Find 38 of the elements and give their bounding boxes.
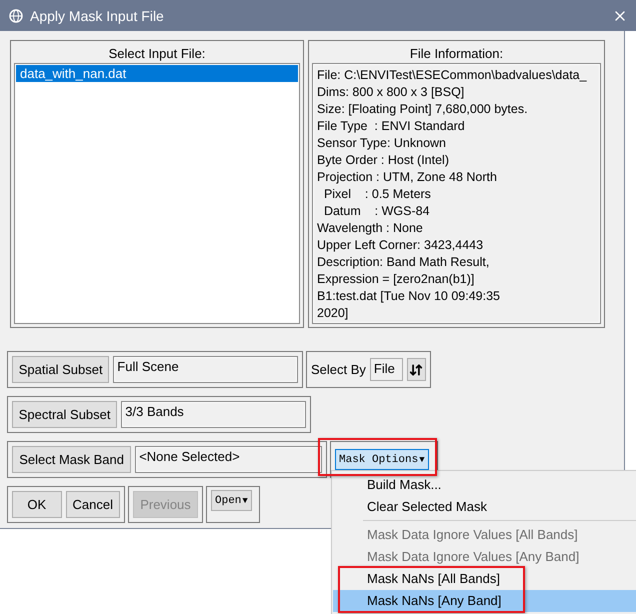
sort-icon: [409, 362, 424, 376]
info-line: Description: Band Math Result,: [317, 254, 490, 271]
spatial-subset-button[interactable]: Spatial Subset: [12, 356, 110, 383]
select-by-field[interactable]: File: [370, 358, 403, 381]
mask-options-button[interactable]: Mask Options▼: [335, 449, 429, 470]
info-line: Datum : WGS-84: [322, 203, 431, 220]
select-by-label: Select By: [311, 362, 366, 377]
info-line: Size: [Floating Point] 7,680,000 bytes.: [317, 101, 529, 118]
info-line: Sensor Type: Unknown: [317, 135, 448, 152]
cancel-button[interactable]: Cancel: [66, 491, 120, 518]
window-title: Apply Mask Input File: [30, 8, 165, 24]
open-button[interactable]: Open▼: [211, 490, 252, 511]
spatial-subset-field: Full Scene: [113, 356, 298, 383]
spectral-subset-field: 3/3 Bands: [121, 401, 306, 428]
menu-item[interactable]: Clear Selected Mask: [333, 496, 636, 518]
info-line: B1:test.dat [Tue Nov 10 09:49:35: [317, 288, 501, 305]
panel-title: Select Input File:: [108, 45, 206, 63]
info-line: File: C:\ENVITest\ESECommon\badvalues\data_: [317, 67, 588, 84]
sort-button[interactable]: [406, 358, 426, 381]
info-line: Upper Left Corner: 3423,4443: [317, 237, 484, 254]
info-line: Byte Order : Host (Intel): [317, 152, 450, 169]
info-line: Expression = [zero2nan(b1)]: [317, 271, 476, 288]
info-line: Pixel : 0.5 Meters: [322, 186, 432, 203]
menu-item[interactable]: Build Mask...: [333, 474, 636, 496]
info-line: File Type : ENVI Standard: [317, 118, 466, 135]
menu-item[interactable]: Mask NaNs [All Bands]: [333, 568, 636, 590]
globe-icon: [8, 8, 24, 24]
info-line: Wavelength : None: [317, 220, 424, 237]
mask-band-field: <None Selected>: [135, 446, 322, 473]
ok-button[interactable]: OK: [12, 491, 62, 518]
file-list-item[interactable]: data_with_nan.dat: [16, 65, 298, 82]
select-mask-band-button[interactable]: Select Mask Band: [12, 446, 132, 473]
info-line: 2020]: [317, 305, 350, 322]
spectral-subset-button[interactable]: Spectral Subset: [12, 401, 118, 428]
menu-item[interactable]: Mask NaNs [Any Band]: [333, 590, 636, 612]
info-line: Projection : UTM, Zone 48 North: [317, 169, 498, 186]
panel-title: File Information:: [410, 45, 504, 63]
info-line: Dims: 800 x 800 x 3 [BSQ]: [317, 84, 466, 101]
